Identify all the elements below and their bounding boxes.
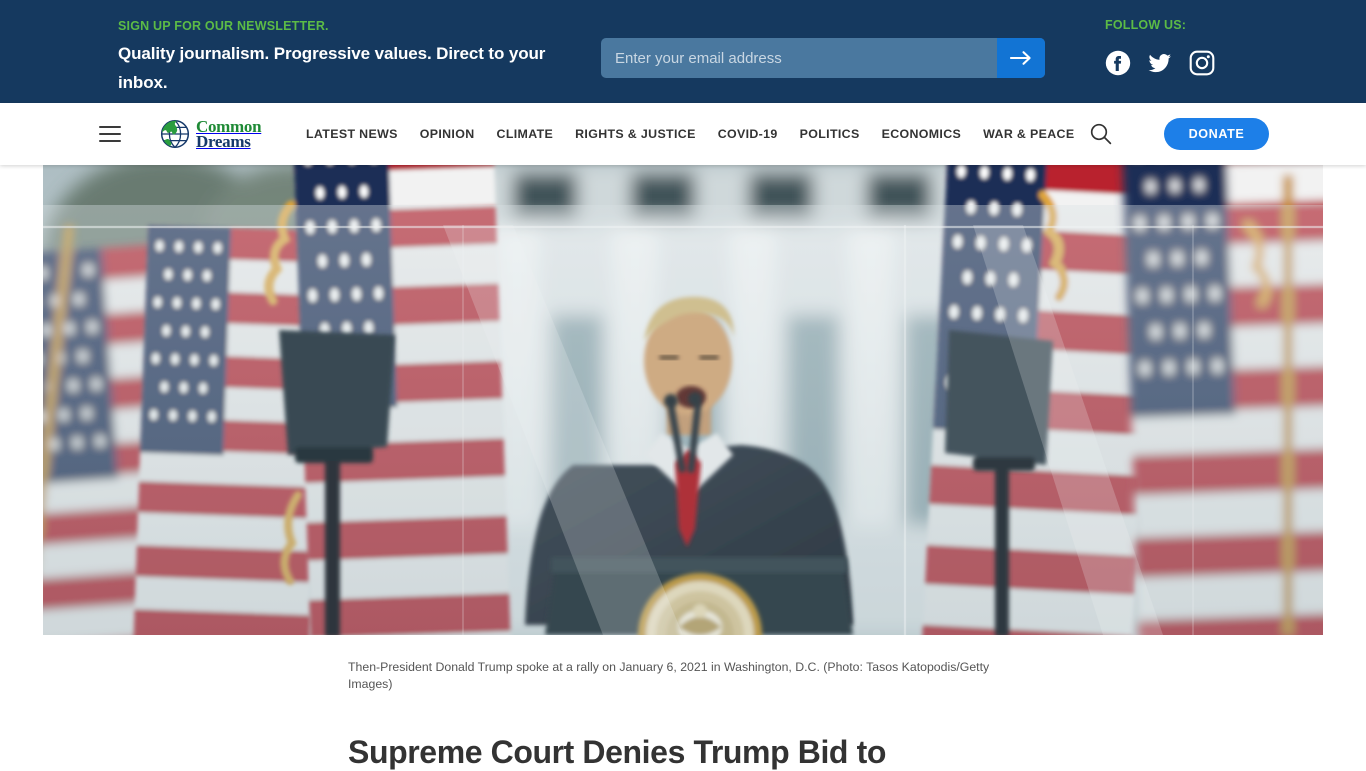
follow-us-block: FOLLOW US: bbox=[1105, 18, 1235, 76]
main-navigation-bar: Common Dreams LATEST NEWS OPINION CLIMAT… bbox=[0, 103, 1366, 165]
nav-item-climate[interactable]: CLIMATE bbox=[497, 127, 554, 141]
twitter-icon[interactable] bbox=[1147, 50, 1173, 76]
newsletter-banner: SIGN UP FOR OUR NEWSLETTER. Quality jour… bbox=[0, 0, 1366, 103]
nav-item-covid-19[interactable]: COVID-19 bbox=[718, 127, 778, 141]
instagram-icon[interactable] bbox=[1189, 50, 1215, 76]
hamburger-line bbox=[99, 126, 121, 129]
hero-image-caption: Then-President Donald Trump spoke at a r… bbox=[348, 660, 990, 691]
logo-line-2: Dreams bbox=[196, 132, 251, 151]
hamburger-menu-icon[interactable] bbox=[99, 126, 121, 142]
logo-wordmark: Common Dreams bbox=[196, 118, 262, 151]
search-icon[interactable] bbox=[1088, 121, 1114, 147]
hamburger-line bbox=[99, 139, 121, 142]
hamburger-line bbox=[99, 132, 121, 136]
newsletter-submit-button[interactable] bbox=[997, 38, 1045, 78]
site-logo[interactable]: Common Dreams bbox=[160, 118, 262, 151]
nav-item-economics[interactable]: ECONOMICS bbox=[882, 127, 962, 141]
globe-icon bbox=[160, 119, 190, 149]
nav-item-opinion[interactable]: OPINION bbox=[420, 127, 475, 141]
nav-item-war-peace[interactable]: WAR & PEACE bbox=[983, 127, 1074, 141]
nav-item-politics[interactable]: POLITICS bbox=[800, 127, 860, 141]
social-links bbox=[1105, 50, 1235, 76]
facebook-icon[interactable] bbox=[1105, 50, 1131, 76]
newsletter-signup-form bbox=[601, 38, 1045, 78]
primary-nav-links: LATEST NEWS OPINION CLIMATE RIGHTS & JUS… bbox=[306, 127, 1074, 141]
arrow-right-icon bbox=[1010, 50, 1032, 66]
article-hero-region bbox=[0, 165, 1366, 635]
newsletter-headline: Quality journalism. Progressive values. … bbox=[118, 44, 546, 92]
donate-button[interactable]: DONATE bbox=[1164, 118, 1269, 150]
email-input[interactable] bbox=[601, 38, 997, 78]
nav-item-latest-news[interactable]: LATEST NEWS bbox=[306, 127, 398, 141]
newsletter-copy: SIGN UP FOR OUR NEWSLETTER. Quality jour… bbox=[118, 18, 558, 97]
follow-us-label: FOLLOW US: bbox=[1105, 18, 1187, 32]
article-headline: Supreme Court Denies Trump Bid to bbox=[348, 734, 886, 770]
nav-item-rights-justice[interactable]: RIGHTS & JUSTICE bbox=[575, 127, 696, 141]
newsletter-kicker: SIGN UP FOR OUR NEWSLETTER. bbox=[118, 19, 329, 33]
hero-image bbox=[43, 165, 1323, 635]
